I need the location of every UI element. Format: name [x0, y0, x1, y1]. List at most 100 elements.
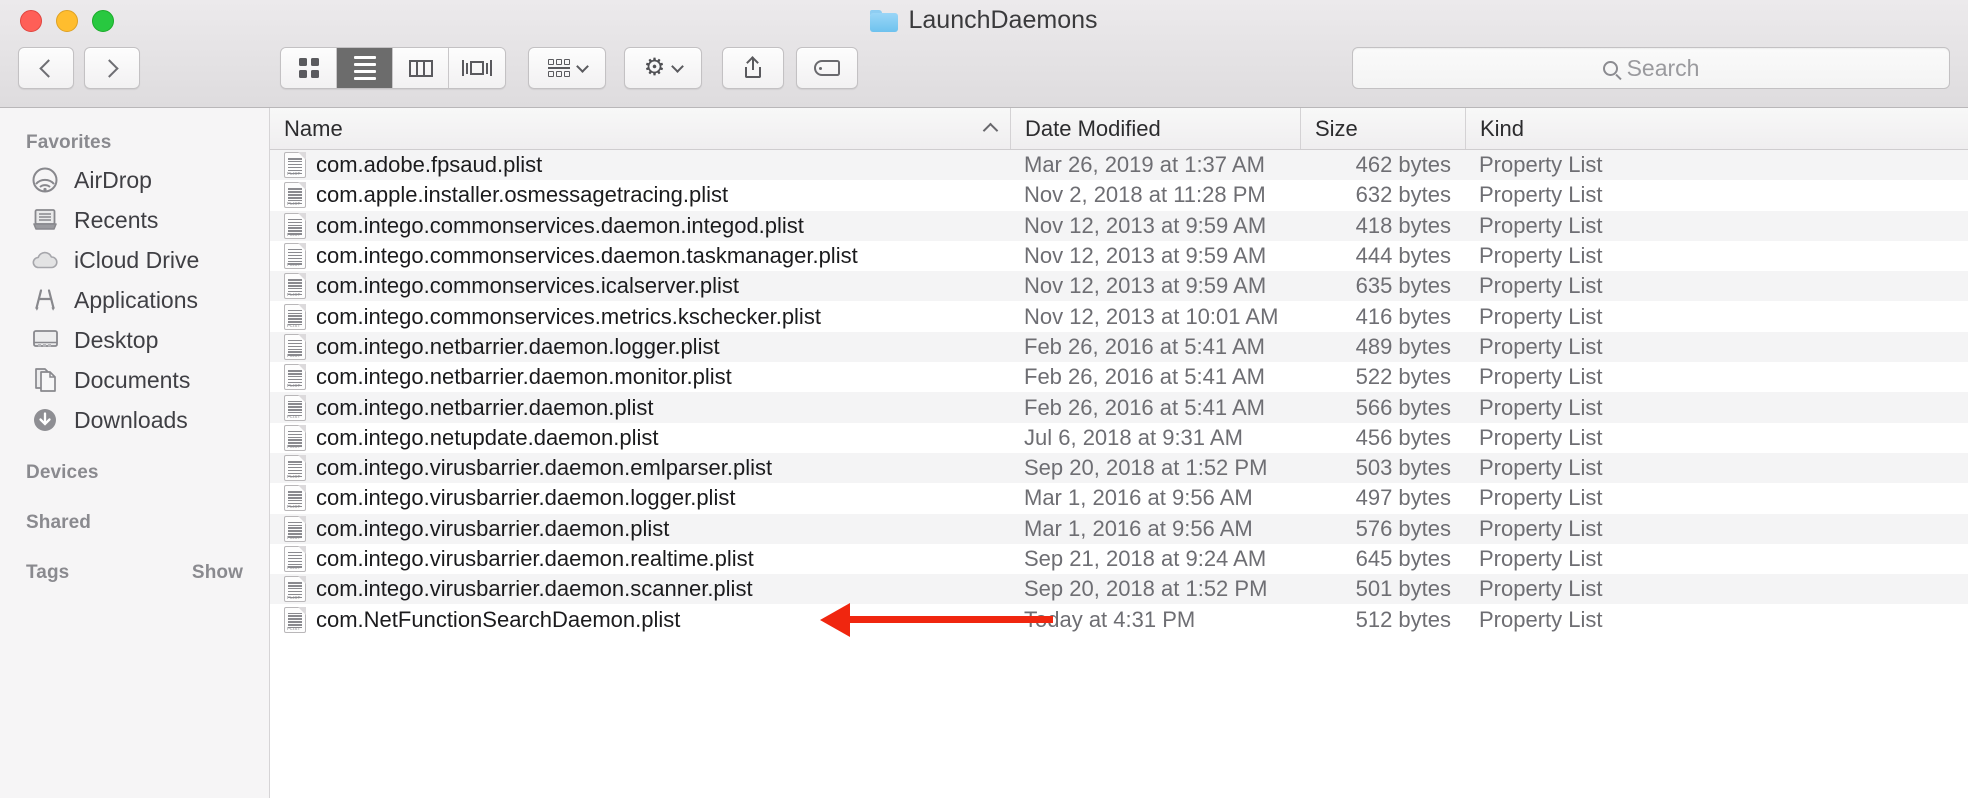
cell-date-modified: Today at 4:31 PM [1024, 606, 1196, 632]
cell-size: 497 bytes [1355, 485, 1451, 511]
sidebar-item-applications[interactable]: Applications [0, 280, 269, 320]
plist-file-icon: PLIST [284, 212, 306, 239]
table-row[interactable]: PLIST com.intego.virusbarrier.daemon.scan… [270, 574, 1968, 605]
traffic-lights [20, 10, 114, 32]
gallery-view-button[interactable] [449, 48, 505, 88]
file-name: com.intego.virusbarrier.daemon.logger.pl… [316, 485, 736, 511]
table-row[interactable]: PLIST com.intego.virusbarrier.daemon.logg… [270, 483, 1968, 514]
chevron-right-icon [100, 58, 119, 78]
cell-size: 503 bytes [1355, 455, 1451, 481]
close-button[interactable] [20, 10, 42, 32]
plist-file-icon: PLIST [284, 485, 306, 512]
tag-icon [814, 60, 840, 76]
file-name: com.NetFunctionSearchDaemon.plist [316, 606, 681, 632]
table-row[interactable]: PLIST com.intego.commonservices.daemon.ta… [270, 240, 1968, 272]
table-row[interactable]: PLIST com.intego.commonservices.daemon.in… [270, 210, 1968, 241]
table-row[interactable]: PLIST com.adobe.fpsaud.plist Mar 26, 2019 … [270, 150, 1968, 181]
table-row[interactable]: PLIST com.apple.installer.osmessagetracin… [270, 180, 1968, 211]
file-name: com.intego.commonservices.daemon.integod… [316, 212, 804, 238]
sidebar-item-icloud-drive[interactable]: iCloud Drive [0, 240, 269, 280]
cell-date-modified: Sep 20, 2018 at 1:52 PM [1024, 576, 1268, 602]
action-menu-button[interactable]: ⚙ [624, 47, 702, 89]
sidebar-item-downloads[interactable]: Downloads [0, 400, 269, 440]
cell-name: PLIST com.apple.installer.osmessagetracin… [270, 180, 1010, 210]
sidebar-item-documents[interactable]: Documents [0, 360, 269, 400]
chevron-left-icon [39, 58, 58, 78]
table-row[interactable]: PLIST com.intego.netupdate.daemon.plist Ju… [270, 422, 1968, 453]
plist-file-icon: PLIST [284, 152, 306, 179]
edit-tags-button[interactable] [796, 47, 858, 89]
share-button[interactable] [722, 47, 784, 89]
recents-icon [30, 205, 60, 235]
icon-view-button[interactable] [281, 48, 337, 88]
plist-file-icon: PLIST [284, 333, 306, 360]
cell-date-modified: Nov 2, 2018 at 11:28 PM [1024, 182, 1266, 208]
minimize-button[interactable] [56, 10, 78, 32]
cell-name: PLIST com.intego.virusbarrier.daemon.emlp… [270, 453, 1010, 483]
back-button[interactable] [18, 47, 74, 89]
table-row[interactable]: PLIST com.intego.commonservices.icalserve… [270, 271, 1968, 302]
share-icon [745, 56, 761, 78]
plist-file-icon: PLIST [284, 424, 306, 451]
arrange-by-button[interactable] [528, 47, 606, 89]
sidebar-item-label: Downloads [74, 406, 188, 433]
page-title: LaunchDaemons [0, 6, 1968, 35]
column-view-button[interactable] [393, 48, 449, 88]
table-row[interactable]: PLIST com.intego.netbarrier.daemon.monito… [270, 362, 1968, 393]
file-rows: PLIST com.adobe.fpsaud.plist Mar 26, 2019 … [270, 150, 1968, 798]
sidebar-section-tags-header: Tags Show [26, 562, 243, 584]
cell-name: PLIST com.adobe.fpsaud.plist [270, 150, 1010, 180]
sidebar-item-label: AirDrop [74, 166, 152, 193]
cell-name: PLIST com.intego.commonservices.daemon.in… [270, 211, 1010, 241]
grid-icon [298, 58, 319, 78]
cell-date-modified: Feb 26, 2016 at 5:41 AM [1024, 333, 1265, 359]
cell-date-modified: Nov 12, 2013 at 10:01 AM [1024, 303, 1279, 329]
sidebar-item-label: Documents [74, 366, 191, 393]
sidebar-item-airdrop[interactable]: AirDrop [0, 160, 269, 200]
table-row[interactable]: PLIST com.NetFunctionSearchDaemon.plist To… [270, 604, 1968, 635]
table-row[interactable]: PLIST com.intego.netbarrier.daemon.plist F… [270, 392, 1968, 423]
cell-kind: Property List [1479, 364, 1603, 390]
tags-show-button[interactable]: Show [192, 562, 243, 584]
sidebar-item-label: Applications [74, 286, 199, 313]
cell-name: PLIST com.intego.netupdate.daemon.plist [270, 423, 1010, 453]
column-header-size[interactable]: Size [1300, 108, 1465, 149]
window-title-text: LaunchDaemons [908, 6, 1098, 34]
cell-name: PLIST com.intego.netbarrier.daemon.logger… [270, 332, 1010, 362]
table-row[interactable]: PLIST com.intego.commonservices.metrics.k… [270, 301, 1968, 332]
cell-kind: Property List [1479, 212, 1603, 238]
cell-size: 418 bytes [1355, 212, 1451, 238]
chevron-down-icon [575, 59, 589, 73]
airdrop-icon [30, 165, 60, 195]
sidebar-item-desktop[interactable]: Desktop [0, 320, 269, 360]
table-row[interactable]: PLIST com.intego.virusbarrier.daemon.real… [270, 543, 1968, 575]
icloud-icon [30, 245, 60, 275]
cell-size: 645 bytes [1355, 546, 1451, 571]
cell-name: PLIST com.NetFunctionSearchDaemon.plist [270, 604, 1010, 634]
plist-file-icon: PLIST [284, 515, 306, 542]
cell-name: PLIST com.intego.virusbarrier.daemon.scan… [270, 574, 1010, 604]
list-view-button[interactable] [337, 48, 393, 88]
cell-name: PLIST com.intego.commonservices.icalserve… [270, 271, 1010, 301]
cell-date-modified: Mar 26, 2019 at 1:37 AM [1024, 152, 1265, 178]
search-input[interactable]: Search [1352, 47, 1950, 89]
table-row[interactable]: PLIST com.intego.virusbarrier.daemon.emlp… [270, 452, 1968, 484]
sidebar-item-recents[interactable]: Recents [0, 200, 269, 240]
cell-kind: Property List [1479, 576, 1603, 602]
zoom-button[interactable] [92, 10, 114, 32]
column-header-kind[interactable]: Kind [1465, 108, 1968, 149]
gallery-icon [462, 60, 492, 76]
table-row[interactable]: PLIST com.intego.virusbarrier.daemon.plis… [270, 513, 1968, 544]
column-headers: Name Date Modified Size Kind [270, 108, 1968, 150]
cell-kind: Property List [1479, 333, 1603, 359]
cell-date-modified: Nov 12, 2013 at 9:59 AM [1024, 212, 1267, 238]
cell-kind: Property List [1479, 424, 1603, 450]
cell-kind: Property List [1479, 485, 1603, 511]
forward-button[interactable] [84, 47, 140, 89]
gear-icon: ⚙ [643, 54, 666, 81]
cell-size: 501 bytes [1355, 576, 1451, 602]
documents-icon [30, 365, 60, 395]
table-row[interactable]: PLIST com.intego.netbarrier.daemon.logger… [270, 331, 1968, 363]
column-header-date-modified[interactable]: Date Modified [1010, 108, 1300, 149]
column-header-name[interactable]: Name [270, 108, 1010, 149]
